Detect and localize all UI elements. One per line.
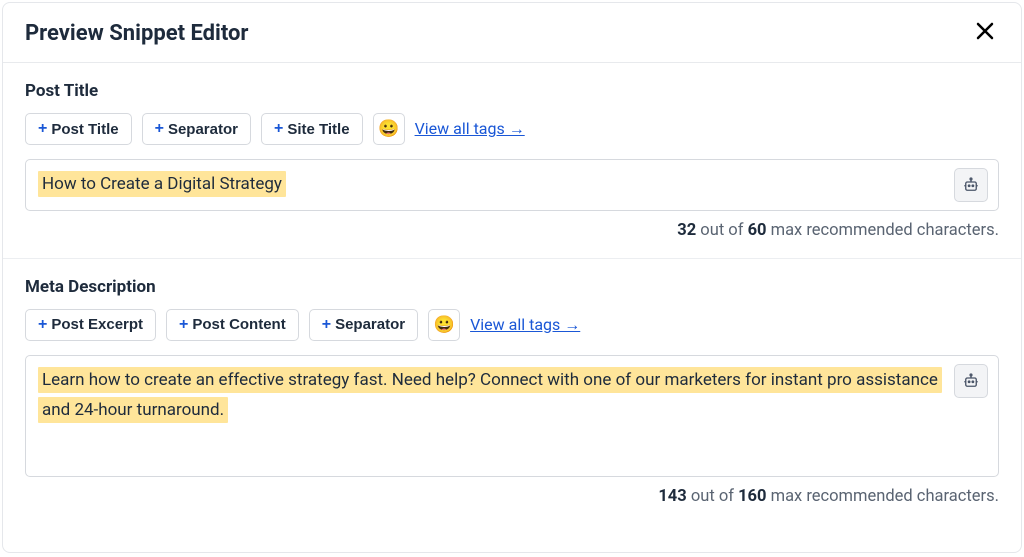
tag-separator[interactable]: +Separator — [142, 113, 251, 145]
tag-label: Post Title — [51, 121, 118, 138]
panel-header: Preview Snippet Editor — [3, 3, 1021, 63]
meta-desc-label: Meta Description — [25, 277, 999, 297]
tag-separator-2[interactable]: +Separator — [309, 309, 418, 341]
ai-assist-button[interactable] — [954, 168, 988, 202]
emoji-icon: 😀 — [434, 315, 455, 335]
meta-desc-input[interactable]: Learn how to create an effective strateg… — [25, 355, 999, 477]
section-divider — [3, 258, 1021, 259]
tag-label: Separator — [168, 121, 238, 138]
plus-icon: + — [155, 120, 164, 138]
post-title-label: Post Title — [25, 81, 999, 101]
panel-title: Preview Snippet Editor — [25, 21, 249, 46]
meta-desc-value: Learn how to create an effective strateg… — [38, 367, 942, 423]
view-all-tags-link-2[interactable]: View all tags → — [470, 315, 580, 335]
post-title-counter: 32 out of 60 max recommended characters. — [25, 221, 999, 240]
tag-post-excerpt[interactable]: +Post Excerpt — [25, 309, 156, 341]
close-button[interactable] — [971, 19, 999, 48]
tag-label: Post Excerpt — [51, 316, 143, 333]
close-icon — [975, 21, 995, 41]
post-title-value: How to Create a Digital Strategy — [38, 171, 286, 197]
plus-icon: + — [179, 316, 188, 334]
ai-assist-button-2[interactable] — [954, 364, 988, 398]
post-title-tag-row: +Post Title +Separator +Site Title 😀 Vie… — [25, 113, 999, 145]
view-all-tags-link[interactable]: View all tags → — [415, 119, 525, 139]
plus-icon: + — [274, 120, 283, 138]
emoji-button[interactable]: 😀 — [373, 113, 405, 145]
tag-label: Post Content — [192, 316, 285, 333]
emoji-button-2[interactable]: 😀 — [428, 309, 460, 341]
plus-icon: + — [38, 316, 47, 334]
robot-icon — [962, 372, 980, 390]
plus-icon: + — [38, 120, 47, 138]
tag-site-title[interactable]: +Site Title — [261, 113, 363, 145]
plus-icon: + — [322, 316, 331, 334]
tag-post-title[interactable]: +Post Title — [25, 113, 132, 145]
snippet-editor-panel: Preview Snippet Editor Post Title +Post … — [2, 2, 1022, 553]
meta-desc-tag-row: +Post Excerpt +Post Content +Separator 😀… — [25, 309, 999, 341]
tag-post-content[interactable]: +Post Content — [166, 309, 299, 341]
post-title-input[interactable]: How to Create a Digital Strategy — [25, 159, 999, 211]
robot-icon — [962, 176, 980, 194]
tag-label: Site Title — [287, 121, 349, 138]
emoji-icon: 😀 — [378, 119, 399, 139]
meta-desc-counter: 143 out of 160 max recommended character… — [25, 487, 999, 506]
tag-label: Separator — [335, 316, 405, 333]
